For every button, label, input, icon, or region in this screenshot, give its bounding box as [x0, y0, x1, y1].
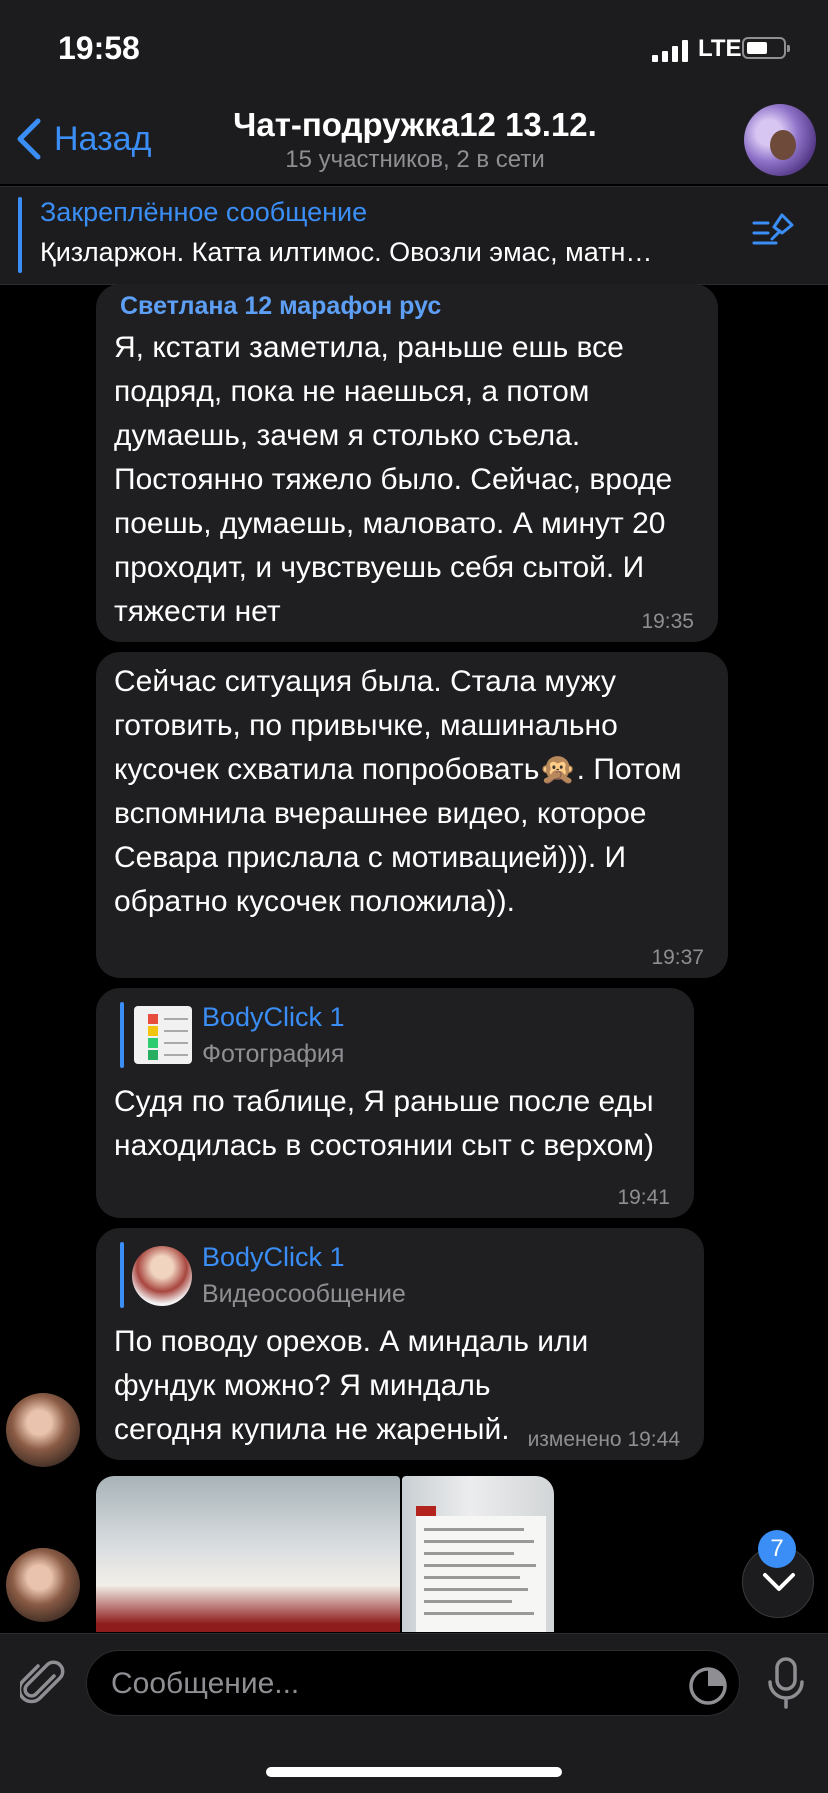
status-time: 19:58: [58, 30, 140, 66]
unread-badge: 7: [758, 1530, 796, 1568]
message-time: 19:37: [651, 946, 704, 969]
message-bubble[interactable]: BodyClick 1 Фотография Судя по таблице, …: [96, 988, 694, 1218]
pin-list-icon[interactable]: [752, 209, 796, 253]
status-bar: 19:58 LTE: [0, 0, 828, 100]
reply-type: Видеосообщение: [202, 1280, 406, 1308]
chevron-down-icon: [763, 1573, 795, 1591]
pinned-indicator: [18, 197, 22, 273]
message-bubble[interactable]: BodyClick 1 Видеосообщение По поводу оре…: [96, 1228, 704, 1460]
pinned-title: Закреплённое сообщение: [40, 197, 368, 227]
network-type: LTE: [698, 35, 742, 62]
pinned-text: Қизларжон. Катта илтимос. Овозли эмас, м…: [40, 237, 653, 267]
group-avatar[interactable]: [744, 104, 816, 176]
message-photo[interactable]: [96, 1476, 400, 1632]
message-sender[interactable]: Светлана 12 марафон рус: [120, 292, 441, 321]
reply-preview[interactable]: BodyClick 1 Видеосообщение: [120, 1242, 670, 1308]
back-label: Назад: [54, 119, 152, 158]
chat-subtitle: 15 участников, 2 в сети: [285, 146, 545, 173]
message-bubble[interactable]: Сейчас ситуация была. Стала мужу готовит…: [96, 652, 728, 978]
message-text: По поводу орехов. А миндаль или фундук м…: [114, 1325, 589, 1446]
user-avatar[interactable]: [6, 1548, 80, 1622]
back-button[interactable]: Назад: [14, 114, 151, 164]
table-photo-thumbnail: [134, 1006, 192, 1064]
chevron-left-icon: [17, 118, 41, 160]
chat-title[interactable]: Чат-подружка12 13.12.: [190, 106, 640, 144]
video-thumbnail: [132, 1246, 192, 1306]
reply-preview[interactable]: BodyClick 1 Фотография: [120, 1002, 660, 1068]
message-text: Судя по таблице, Я раньше после еды нахо…: [114, 1085, 654, 1162]
signal-icon: [652, 40, 688, 62]
microphone-icon[interactable]: [764, 1656, 808, 1710]
message-time: 19:35: [641, 610, 694, 633]
message-photo[interactable]: [402, 1476, 554, 1632]
chat-header: Назад Чат-подружка12 13.12. 15 участнико…: [0, 100, 828, 184]
battery-icon: [742, 37, 790, 59]
message-time: 19:41: [617, 1186, 670, 1209]
sticker-icon[interactable]: [688, 1666, 728, 1706]
user-avatar[interactable]: [6, 1393, 80, 1467]
pinned-message[interactable]: Закреплённое сообщение Қизларжон. Катта …: [0, 186, 828, 285]
message-text: Сейчас ситуация была. Стала мужу готовит…: [114, 665, 682, 918]
message-time: изменено 19:44: [527, 1428, 680, 1451]
message-text: Я, кстати заметила, раньше ешь все подря…: [114, 331, 673, 628]
message-placeholder: Сообщение...: [111, 1667, 300, 1700]
message-input[interactable]: Сообщение...: [86, 1650, 740, 1716]
reply-sender: BodyClick 1: [202, 1002, 345, 1032]
attach-icon[interactable]: [20, 1658, 66, 1710]
reply-sender: BodyClick 1: [202, 1242, 345, 1272]
home-indicator: [266, 1767, 562, 1777]
message-bubble[interactable]: Светлана 12 марафон рус Я, кстати замети…: [96, 284, 718, 642]
reply-type: Фотография: [202, 1040, 345, 1068]
